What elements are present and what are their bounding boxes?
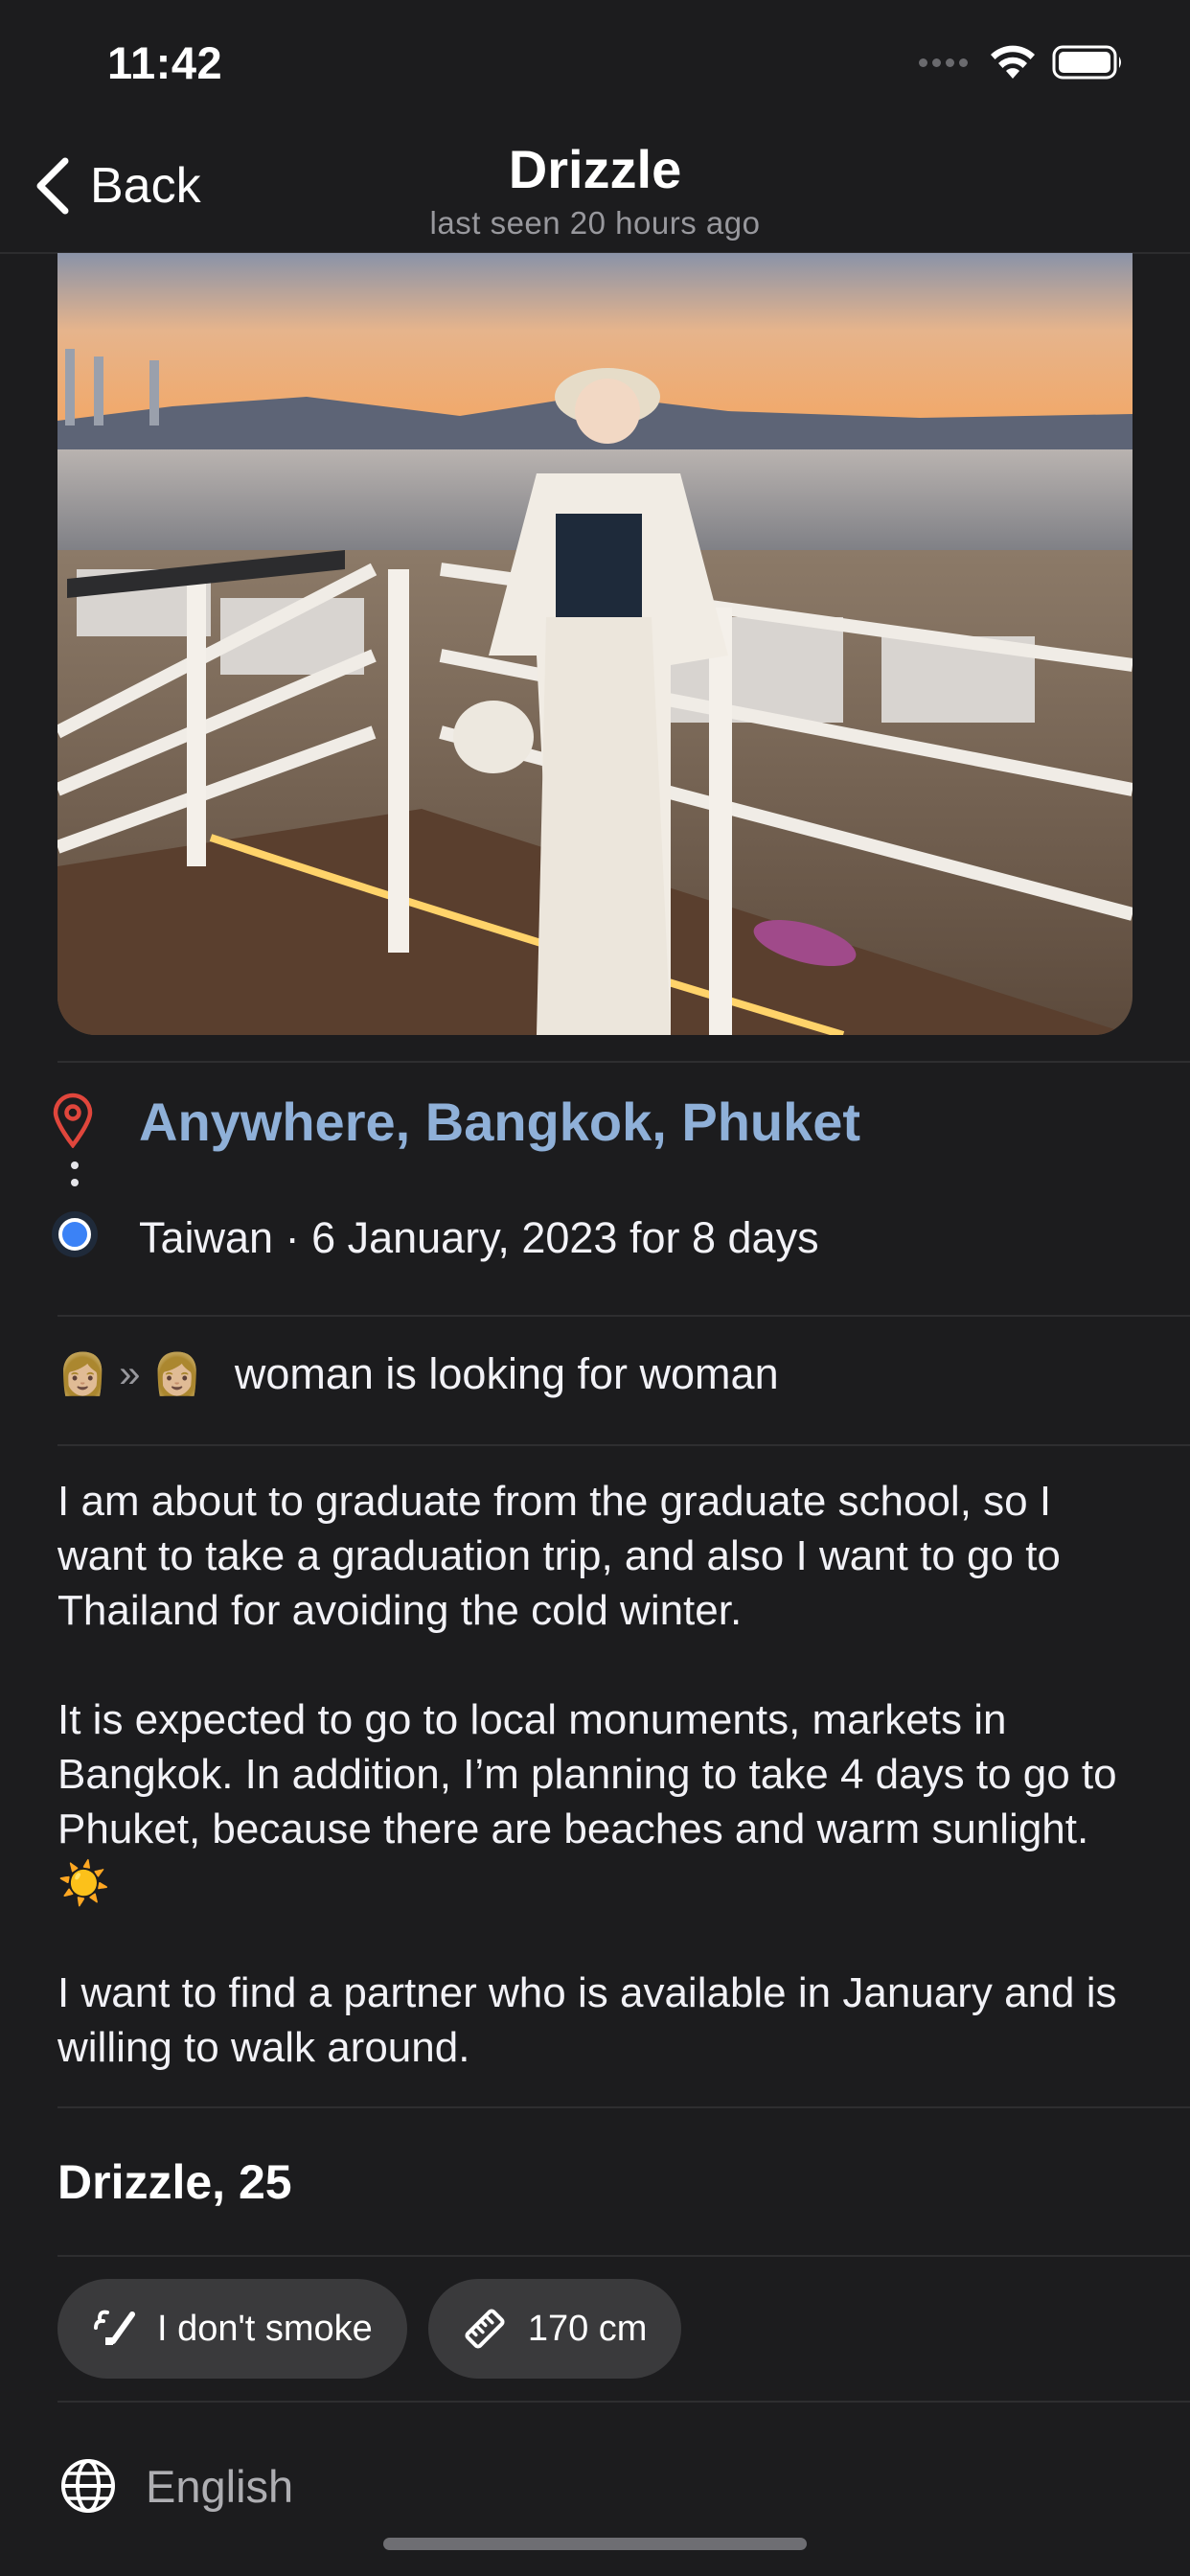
globe-icon <box>61 2459 115 2513</box>
trip-description: I am about to graduate from the graduate… <box>57 1474 1140 2075</box>
attribute-chips: I don't smoke 170 cm <box>57 2279 682 2379</box>
section-divider <box>57 2255 1190 2257</box>
woman-icon: 👩🏼 <box>57 1351 108 1396</box>
woman-icon: 👩🏼 <box>151 1351 202 1396</box>
route-origin: Taiwan · 6 January, 2023 for 8 days <box>139 1213 819 1262</box>
battery-icon <box>1052 45 1121 80</box>
status-time: 11:42 <box>107 37 223 88</box>
route-connector <box>71 1162 79 1196</box>
description-text: It is expected to go to local monuments,… <box>57 1696 1117 1852</box>
last-seen-status: last seen 20 hours ago <box>429 205 761 241</box>
page-title: Drizzle <box>508 139 682 199</box>
chip-label: I don't smoke <box>157 2308 373 2349</box>
wifi-icon <box>991 45 1035 79</box>
height-chip[interactable]: 170 cm <box>427 2279 682 2379</box>
description-paragraph: It is expected to go to local monuments,… <box>57 1692 1140 1911</box>
chip-label: 170 cm <box>527 2308 648 2349</box>
description-paragraph: I want to find a partner who is availabl… <box>57 1969 1117 2071</box>
ruler-icon <box>465 2309 505 2349</box>
cellular-signal-icon <box>919 58 968 67</box>
status-icons <box>919 44 1125 80</box>
smoking-chip[interactable]: I don't smoke <box>57 2279 407 2379</box>
looking-for-text: woman is looking for woman <box>234 1349 779 1398</box>
section-divider <box>57 2106 1190 2108</box>
language-label: English <box>146 2460 294 2512</box>
description-paragraph: I am about to graduate from the graduate… <box>57 1478 1061 1634</box>
sun-icon: ☀️ <box>57 1860 110 1907</box>
route-destination: Anywhere, Bangkok, Phuket <box>139 1092 861 1152</box>
location-pin-icon <box>52 1092 94 1153</box>
home-indicator[interactable] <box>383 2538 807 2550</box>
arrow-icon: » <box>119 1352 141 1395</box>
origin-dot-icon <box>52 1211 98 1257</box>
language-row: English <box>59 2457 293 2515</box>
looking-for-row: 👩🏼 » 👩🏼 woman is looking for woman <box>57 1349 779 1399</box>
name-age: Drizzle, 25 <box>57 2155 292 2209</box>
section-divider <box>57 1315 1190 1317</box>
section-divider <box>57 2401 1190 2403</box>
no-smoking-icon <box>94 2310 135 2345</box>
section-divider <box>57 1444 1190 1446</box>
profile-photo[interactable] <box>57 253 1133 1035</box>
section-divider <box>57 1061 1190 1063</box>
